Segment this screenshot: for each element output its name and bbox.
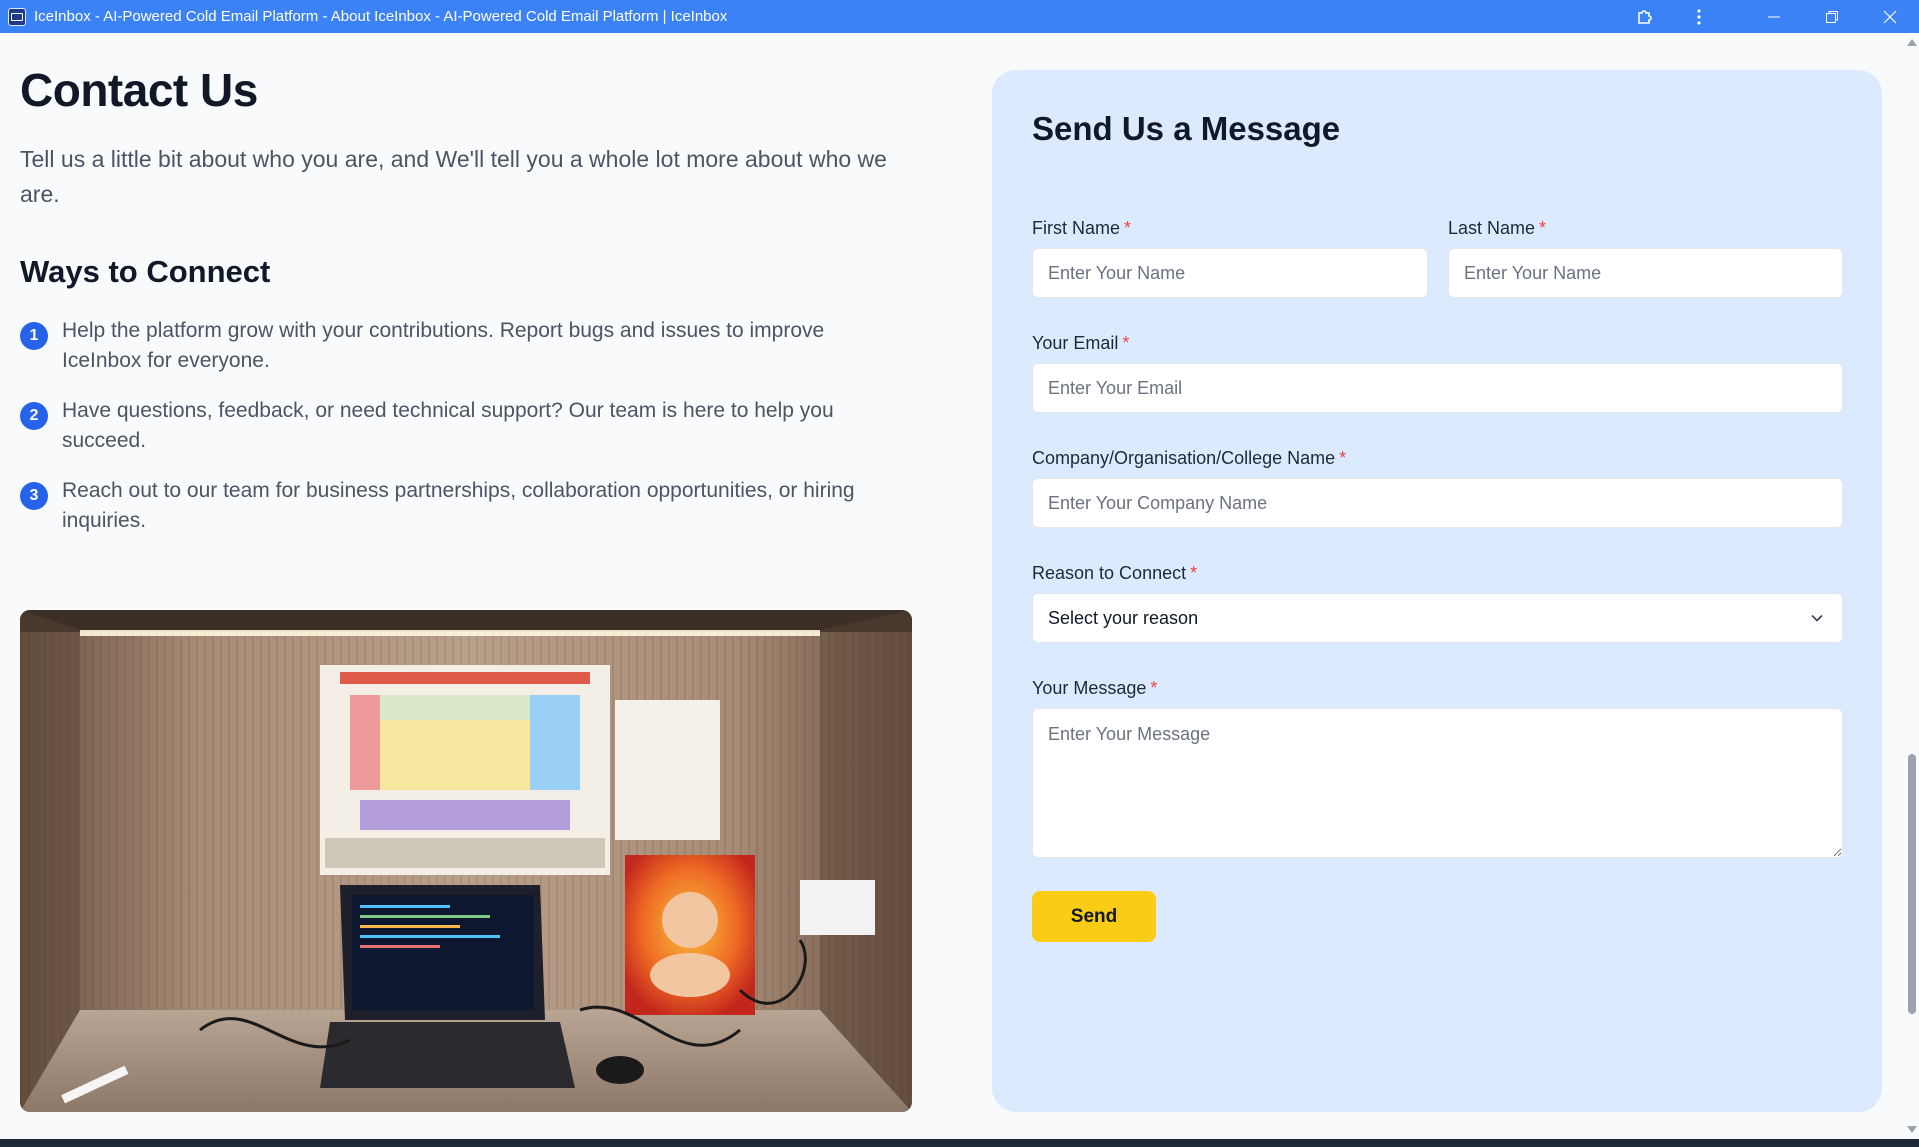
list-item: 2 Have questions, feedback, or need tech… bbox=[20, 396, 920, 456]
list-item: 1 Help the platform grow with your contr… bbox=[20, 316, 920, 376]
ways-list: 1 Help the platform grow with your contr… bbox=[20, 316, 920, 536]
minimize-icon[interactable] bbox=[1745, 0, 1803, 33]
reason-select[interactable]: Select your reason bbox=[1032, 593, 1843, 643]
workspace-photo bbox=[20, 610, 912, 1112]
reason-select-value: Select your reason bbox=[1048, 607, 1199, 628]
scroll-down-icon[interactable] bbox=[1907, 1126, 1917, 1133]
page-content: Contact Us Tell us a little bit about wh… bbox=[0, 33, 1904, 1139]
window-controls bbox=[1623, 0, 1919, 33]
extensions-icon[interactable] bbox=[1623, 0, 1667, 33]
company-label-text: Company/Organisation/College Name bbox=[1032, 448, 1336, 468]
company-label: Company/Organisation/College Name * bbox=[1032, 448, 1346, 469]
email-label: Your Email * bbox=[1032, 333, 1129, 354]
required-mark: * bbox=[1122, 333, 1130, 353]
app-icon bbox=[8, 7, 26, 26]
required-mark: * bbox=[1124, 218, 1132, 238]
contact-info-section: Contact Us Tell us a little bit about wh… bbox=[20, 63, 920, 556]
last-name-label: Last Name * bbox=[1448, 218, 1546, 239]
message-label: Your Message * bbox=[1032, 678, 1157, 699]
more-vert-icon[interactable] bbox=[1677, 0, 1721, 33]
window-titlebar: IceInbox - AI-Powered Cold Email Platfor… bbox=[0, 0, 1919, 33]
number-badge: 1 bbox=[20, 322, 48, 351]
reason-label: Reason to Connect * bbox=[1032, 563, 1197, 584]
workspace-photo-illustration bbox=[20, 610, 912, 1112]
required-mark: * bbox=[1190, 563, 1198, 583]
ways-to-connect-heading: Ways to Connect bbox=[20, 254, 271, 290]
email-label-text: Your Email bbox=[1032, 333, 1119, 353]
page-scrollbar[interactable] bbox=[1904, 33, 1919, 1139]
first-name-label-text: First Name bbox=[1032, 218, 1121, 238]
scroll-up-icon[interactable] bbox=[1907, 39, 1917, 46]
reason-label-text: Reason to Connect bbox=[1032, 563, 1187, 583]
list-item: 3 Reach out to our team for business par… bbox=[20, 476, 920, 536]
required-mark: * bbox=[1150, 678, 1158, 698]
first-name-label: First Name * bbox=[1032, 218, 1131, 239]
list-item-text: Reach out to our team for business partn… bbox=[62, 479, 855, 533]
list-item-text: Help the platform grow with your contrib… bbox=[62, 319, 825, 373]
send-button[interactable]: Send bbox=[1032, 891, 1156, 942]
required-mark: * bbox=[1539, 218, 1547, 238]
message-field[interactable] bbox=[1032, 708, 1843, 858]
window-title: IceInbox - AI-Powered Cold Email Platfor… bbox=[34, 8, 728, 25]
company-field[interactable] bbox=[1032, 478, 1843, 528]
page-title: Contact Us bbox=[20, 64, 258, 116]
restore-icon[interactable] bbox=[1803, 0, 1861, 33]
last-name-label-text: Last Name bbox=[1448, 218, 1536, 238]
number-badge: 3 bbox=[20, 482, 48, 511]
bottom-edge bbox=[0, 1139, 1919, 1147]
contact-form-panel: Send Us a Message First Name* Last Name*… bbox=[992, 70, 1882, 1112]
email-field[interactable] bbox=[1032, 363, 1843, 413]
list-item-text: Have questions, feedback, or need techni… bbox=[62, 399, 834, 453]
intro-text: Tell us a little bit about who you are, … bbox=[20, 146, 887, 208]
form-title: Send Us a Message bbox=[1032, 110, 1341, 147]
close-icon[interactable] bbox=[1861, 0, 1919, 33]
last-name-field[interactable] bbox=[1448, 248, 1843, 298]
message-label-text: Your Message bbox=[1032, 678, 1147, 698]
chevron-down-icon bbox=[1811, 614, 1823, 622]
first-name-field[interactable] bbox=[1032, 248, 1428, 298]
scrollbar-thumb[interactable] bbox=[1908, 754, 1916, 1014]
number-badge: 2 bbox=[20, 402, 48, 431]
required-mark: * bbox=[1339, 448, 1347, 468]
